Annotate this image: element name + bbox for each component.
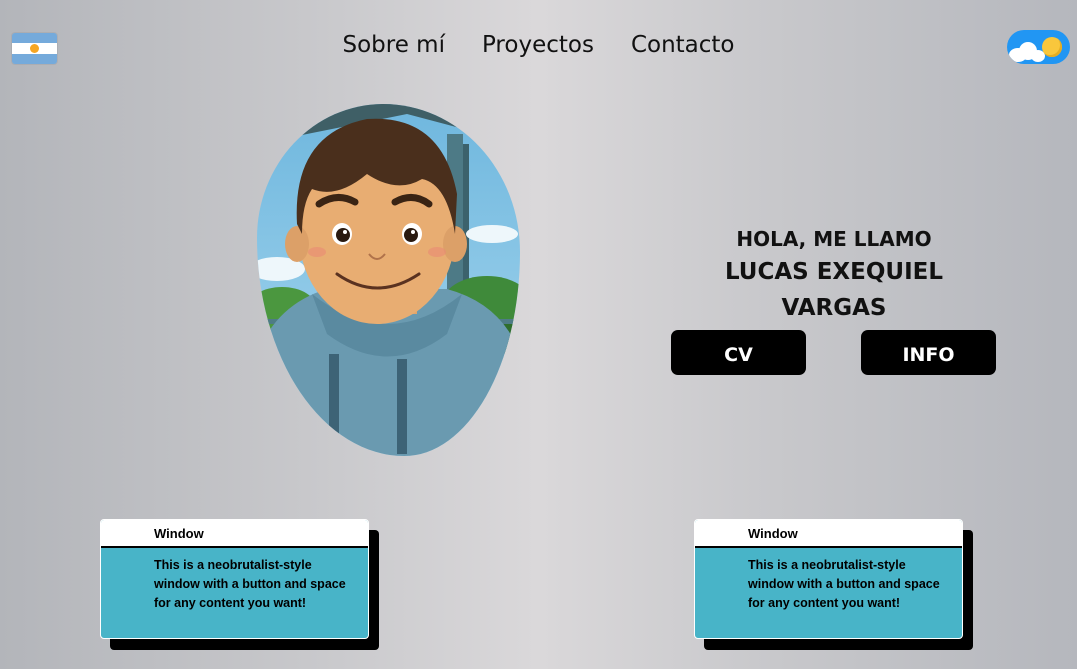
sun-knob-icon	[1042, 37, 1062, 57]
theme-toggle[interactable]	[1007, 30, 1070, 64]
hero-intro: HOLA, ME LLAMO LUCAS EXEQUIEL VARGAS	[671, 226, 997, 326]
hero-name-line2: VARGAS	[781, 295, 887, 321]
window-frame: Window This is a neobrutalist-style wind…	[100, 519, 369, 639]
window-body-text: This is a neobrutalist-style window with…	[748, 558, 940, 610]
avatar-illustration	[257, 104, 520, 456]
hero-name-line1: LUCAS EXEQUIEL	[724, 259, 944, 285]
main-nav: Sobre mí Proyectos Contacto	[0, 32, 1077, 58]
info-button[interactable]: INFO	[861, 330, 996, 375]
nav-link-contacto[interactable]: Contacto	[631, 32, 735, 58]
nav-link-sobre-mi[interactable]: Sobre mí	[342, 32, 444, 58]
window-card-left: Window This is a neobrutalist-style wind…	[100, 519, 379, 650]
window-title: Window	[101, 520, 368, 548]
cv-button[interactable]: CV	[671, 330, 806, 375]
window-frame: Window This is a neobrutalist-style wind…	[694, 519, 963, 639]
nav-link-proyectos[interactable]: Proyectos	[482, 32, 594, 58]
hero-greeting: HOLA, ME LLAMO	[736, 227, 932, 251]
avatar	[257, 104, 520, 456]
window-card-right: Window This is a neobrutalist-style wind…	[694, 519, 973, 650]
window-title: Window	[695, 520, 962, 548]
window-body-text: This is a neobrutalist-style window with…	[154, 558, 346, 610]
